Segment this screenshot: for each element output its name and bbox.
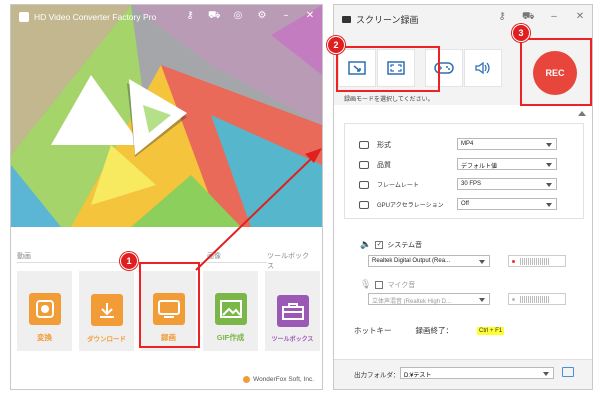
format-label: 形式 bbox=[377, 142, 391, 149]
close-icon[interactable]: ✕ bbox=[574, 11, 586, 24]
system-audio-checkbox[interactable]: ✓ bbox=[375, 240, 384, 249]
hotkey-key[interactable]: Ctrl + F1 bbox=[477, 326, 505, 335]
footer-text: WonderFox Soft, Inc. bbox=[253, 376, 314, 383]
gpu-select[interactable]: Off bbox=[457, 198, 557, 210]
film-icon bbox=[28, 293, 61, 325]
minimize-icon[interactable]: – bbox=[548, 11, 560, 24]
convert-tile[interactable]: 変換 bbox=[17, 271, 72, 351]
section-toolbox: ツールボックス bbox=[267, 251, 315, 271]
video-settings-panel: 形式 MP4 品質 デフォルト値 フレームレート 30 FPS GPUアクセラレ… bbox=[344, 123, 584, 219]
section-video: 動画 bbox=[17, 251, 34, 261]
mode-buttons-highlight bbox=[336, 46, 440, 92]
framerate-icon bbox=[359, 180, 369, 189]
rec-button-highlight bbox=[520, 38, 592, 106]
close-icon[interactable]: ✕ bbox=[304, 10, 316, 23]
mode-hint: 録画モードを選択してください。 bbox=[344, 97, 434, 103]
hotkey-row: ホットキー 録画終了： Ctrl + F1 bbox=[354, 325, 505, 336]
recorder-title-text: スクリーン録画 bbox=[356, 15, 419, 25]
download-icon bbox=[90, 294, 123, 326]
output-folder-select[interactable]: D:¥テスト bbox=[400, 367, 554, 379]
cart-icon[interactable]: ⛟ bbox=[522, 11, 535, 24]
system-audio-device-select[interactable]: Realtek Digital Output (Rea... bbox=[368, 255, 490, 267]
convert-label: 変換 bbox=[37, 333, 52, 342]
minimize-icon[interactable]: – bbox=[280, 10, 292, 23]
step-badge-2: 2 bbox=[327, 36, 345, 54]
gpu-row: GPUアクセラレーション bbox=[359, 200, 449, 209]
footer: WonderFox Soft, Inc. bbox=[243, 376, 314, 383]
gear-icon[interactable]: ⚙ bbox=[256, 10, 268, 23]
format-select[interactable]: MP4 bbox=[457, 138, 557, 150]
format-icon bbox=[359, 141, 369, 149]
audio-capture-button[interactable] bbox=[464, 49, 502, 87]
mic-meter bbox=[508, 293, 566, 305]
speaker-icon: 🔈 bbox=[360, 239, 372, 249]
quality-row: 品質 bbox=[359, 160, 449, 170]
quality-icon bbox=[359, 161, 369, 169]
collapse-icon[interactable] bbox=[578, 111, 586, 116]
mic-row: 🎙 マイク音 bbox=[360, 279, 415, 290]
recorder-title: スクリーン録画 bbox=[342, 13, 419, 26]
cart-icon[interactable]: ⛟ bbox=[208, 10, 221, 23]
quality-select[interactable]: デフォルト値 bbox=[457, 158, 557, 170]
output-folder-bar: 出力フォルダ： D:¥テスト bbox=[334, 359, 592, 389]
key-icon[interactable]: ⚷ bbox=[184, 10, 196, 23]
system-audio-label: システム音 bbox=[387, 241, 423, 249]
download-tile[interactable]: ダウンロード bbox=[79, 271, 134, 351]
app-title: HD Video Converter Factory Pro bbox=[19, 12, 156, 22]
key-icon[interactable]: ⚷ bbox=[496, 11, 508, 24]
framerate-row: フレームレート bbox=[359, 180, 449, 189]
app-title-text: HD Video Converter Factory Pro bbox=[34, 12, 157, 22]
record-tile-highlight bbox=[139, 262, 200, 348]
app-logo-icon bbox=[19, 12, 29, 22]
output-folder-label: 出力フォルダ： bbox=[354, 372, 400, 379]
mic-label: マイク音 bbox=[387, 281, 416, 289]
image-icon bbox=[214, 293, 247, 325]
toolbox-label: ツールボックス bbox=[271, 337, 314, 343]
title-controls: ⚷ ⛟ ◎ ⚙ – ✕ bbox=[184, 10, 316, 23]
mic-device-select[interactable]: 立体声混音 (Realtek High D... bbox=[368, 293, 490, 305]
mic-checkbox[interactable] bbox=[375, 280, 384, 289]
system-audio-meter bbox=[508, 255, 566, 267]
quality-label: 品質 bbox=[377, 162, 391, 169]
hero-banner: HD Video Converter Factory Pro ⚷ ⛟ ◎ ⚙ –… bbox=[11, 5, 322, 227]
audio-icon bbox=[475, 61, 490, 75]
format-row: 形式 bbox=[359, 140, 449, 150]
hero-graphic bbox=[11, 5, 322, 227]
recorder-controls: ⚷ ⛟ – ✕ bbox=[496, 11, 586, 24]
toolbox-icon bbox=[276, 295, 309, 327]
gpu-icon bbox=[359, 200, 369, 209]
download-label: ダウンロード bbox=[87, 336, 126, 343]
gif-label: GIF作成 bbox=[216, 333, 245, 342]
folder-icon[interactable] bbox=[562, 367, 574, 377]
gpu-label: GPUアクセラレーション bbox=[377, 203, 444, 209]
hotkey-label: ホットキー bbox=[354, 326, 392, 335]
step-badge-3: 3 bbox=[512, 24, 530, 42]
wonderfox-logo-icon bbox=[243, 376, 251, 383]
microphone-icon: 🎙 bbox=[360, 279, 372, 289]
globe-icon[interactable]: ◎ bbox=[232, 10, 244, 23]
framerate-select[interactable]: 30 FPS bbox=[457, 178, 557, 190]
gif-tile[interactable]: GIF作成 bbox=[203, 271, 258, 351]
hotkey-action: 録画終了： bbox=[415, 326, 454, 335]
system-audio-row: 🔈 ✓ システム音 bbox=[360, 239, 422, 250]
toolbox-tile[interactable]: ツールボックス bbox=[265, 271, 320, 351]
camera-icon bbox=[342, 16, 351, 23]
framerate-label: フレームレート bbox=[377, 183, 419, 189]
step-badge-1: 1 bbox=[120, 252, 138, 270]
section-image: 画像 bbox=[207, 251, 224, 261]
